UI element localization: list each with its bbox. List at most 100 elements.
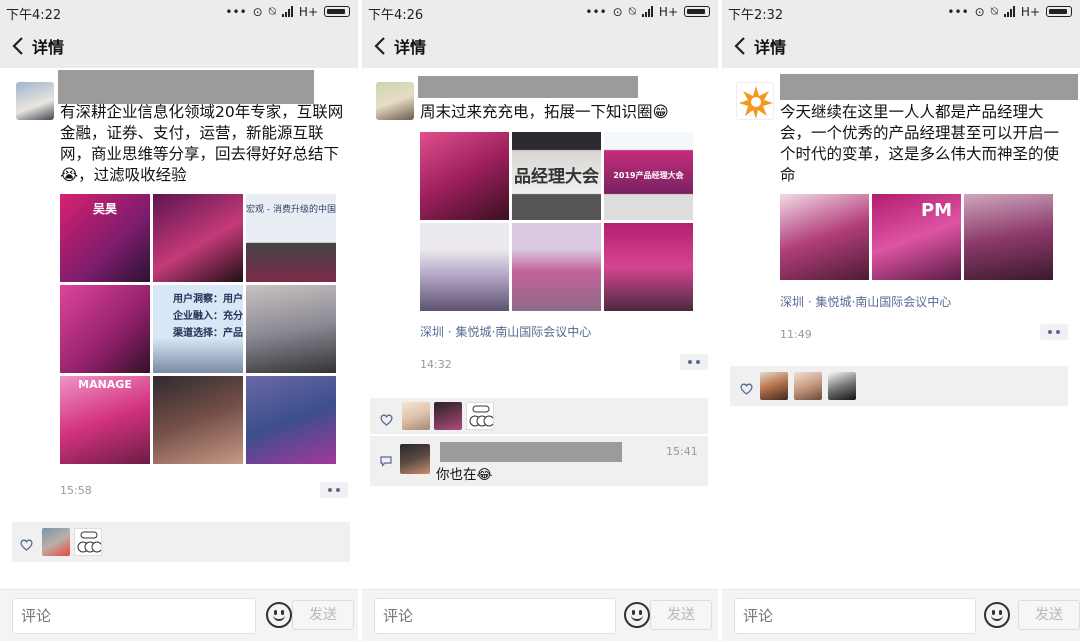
photo-grid: PM [780,194,1053,280]
post-text: 周末过来充充电，拓展一下知识圈😁 [420,103,669,121]
more-actions-button[interactable] [320,482,348,498]
page-title: 详情 [754,38,787,57]
photo-thumb[interactable] [153,194,243,282]
location-link[interactable]: 深圳 · 集悦城·南山国际会议中心 [420,323,591,340]
alarm-icon: ⊙ [612,4,623,19]
battery-icon [324,6,350,17]
comment-input[interactable] [374,598,616,634]
more-actions-button[interactable] [1040,324,1068,340]
avatar[interactable] [376,82,414,120]
heart-icon [380,411,393,430]
photo-thumb[interactable] [420,132,509,220]
liker-avatar[interactable] [760,372,788,400]
photo-thumb[interactable]: 用户洞察：用户 企业融入：充分 渠道选择：产品 [153,285,243,373]
comment-icon [380,452,392,471]
liker-avatar[interactable] [828,372,856,400]
photo-thumb[interactable] [153,376,243,464]
post-text: 今天继续在这里一人人都是产品经理大会，一个优秀的产品经理甚至可以开启一个时代的变… [780,103,1060,184]
network-type: H+ [1020,4,1040,19]
alarm-icon: ⊙ [974,4,985,19]
moments-detail-panel-1: 下午4:22 ••• ⊙ ⍉ H+ 详情 有深耕企业信息化领域20年专家，互联网… [0,0,358,641]
photo-thumb[interactable] [246,285,336,373]
system-icons: ••• ⊙ ⍉ H+ [225,4,350,19]
battery-icon [1046,6,1072,17]
back-arrow-icon[interactable] [362,37,392,55]
network-type: H+ [658,4,678,19]
photo-thumb[interactable]: PM [872,194,961,280]
liker-avatar[interactable] [74,528,102,556]
photo-thumb[interactable]: MANAGE [60,376,150,464]
location-link[interactable]: 深圳 · 集悦城·南山国际会议中心 [780,293,951,310]
status-bar: 下午4:26 ••• ⊙ ⍉ H+ [362,0,718,24]
network-type: H+ [298,4,318,19]
comment-bar: 发送 [362,589,718,641]
comment-bar: 发送 [722,589,1080,641]
redacted-username [58,70,314,104]
comment-row[interactable]: 15:41 你也在😂 [370,436,708,486]
post-time: 11:49 [780,328,812,341]
more-dots-icon: ••• [585,4,607,19]
signal-icon [281,6,293,17]
photo-thumb[interactable]: 吴昊 [60,194,150,282]
liker-avatar[interactable] [42,528,70,556]
likes-bar [730,366,1068,406]
photo-grid: 吴昊 宏观 - 消费升级的中国 用户洞察：用户 企业融入：充分 渠道选择：产品 … [60,194,336,464]
photo-thumb[interactable] [246,376,336,464]
liker-avatar[interactable] [434,402,462,430]
comment-time: 15:41 [666,445,698,458]
liker-avatar[interactable] [466,402,494,430]
nav-bar: 详情 [0,24,358,68]
battery-icon [684,6,710,17]
post-content: 今天继续在这里一人人都是产品经理大会，一个优秀的产品经理甚至可以开启一个时代的变… [722,68,1080,589]
redacted-username [780,74,1078,100]
post-text: 有深耕企业信息化领域20年专家，互联网金融，证券、支付，运营，新能源互联网，商业… [60,103,344,184]
post-content: 周末过来充充电，拓展一下知识圈😁 品经理大会 2019产品经理大会 深圳 · 集… [362,68,718,589]
avatar[interactable] [736,82,774,120]
liker-avatar[interactable] [794,372,822,400]
mute-icon: ⍉ [628,4,636,18]
photo-thumb[interactable]: 2019产品经理大会 [604,132,693,220]
status-bar: 下午4:22 ••• ⊙ ⍉ H+ [0,0,358,24]
comment-text: 你也在😂 [436,467,493,483]
status-time: 下午2:32 [728,8,784,23]
photo-thumb[interactable]: 宏观 - 消费升级的中国 [246,194,336,282]
status-time: 下午4:22 [6,8,62,23]
comment-input[interactable] [734,598,976,634]
page-title: 详情 [32,38,65,57]
photo-thumb[interactable]: 品经理大会 [512,132,601,220]
commenter-avatar[interactable] [400,444,430,474]
send-button[interactable]: 发送 [292,600,354,630]
post-time: 14:32 [420,358,452,371]
back-arrow-icon[interactable] [0,37,30,55]
emoji-icon[interactable] [624,602,650,628]
photo-thumb[interactable] [604,223,693,311]
system-icons: ••• ⊙ ⍉ H+ [585,4,710,19]
system-icons: ••• ⊙ ⍉ H+ [947,4,1072,19]
post-time: 15:58 [60,484,92,497]
status-time: 下午4:26 [368,8,424,23]
photo-thumb[interactable] [964,194,1053,280]
liker-avatar[interactable] [402,402,430,430]
send-button[interactable]: 发送 [1018,600,1080,630]
heart-icon [20,536,33,555]
back-arrow-icon[interactable] [722,37,752,55]
comment-input[interactable] [12,598,256,634]
avatar[interactable] [16,82,54,120]
photo-grid: 品经理大会 2019产品经理大会 [420,132,693,402]
signal-icon [641,6,653,17]
send-button[interactable]: 发送 [650,600,712,630]
moments-detail-panel-3: 下午2:32 ••• ⊙ ⍉ H+ 详情 今天继续在这里一人人都是产品经理大会，… [722,0,1080,641]
moments-detail-panel-2: 下午4:26 ••• ⊙ ⍉ H+ 详情 周末过来充充电，拓展一下知识圈😁 品经… [362,0,718,641]
photo-thumb[interactable] [420,223,509,311]
likes-bar [12,522,350,562]
comment-bar: 发送 [0,589,358,641]
photo-thumb[interactable] [780,194,869,280]
emoji-icon[interactable] [984,602,1010,628]
redacted-commenter [440,442,622,462]
page-title: 详情 [394,38,427,57]
more-actions-button[interactable] [680,354,708,370]
photo-thumb[interactable] [512,223,601,311]
signal-icon [1003,6,1015,17]
photo-thumb[interactable] [60,285,150,373]
emoji-icon[interactable] [266,602,292,628]
